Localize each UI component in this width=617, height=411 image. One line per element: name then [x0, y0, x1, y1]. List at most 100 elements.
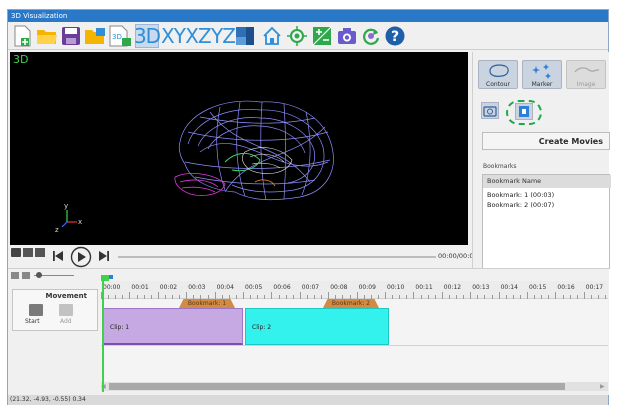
playback-scrubber[interactable] — [118, 256, 436, 258]
add-label: Add — [60, 318, 72, 325]
axes-gizmo: y x z — [55, 202, 82, 234]
add-icon — [59, 304, 73, 316]
film-icon — [519, 106, 529, 117]
time-tick — [527, 292, 528, 299]
3d-viewport[interactable]: 3D y x z — [10, 52, 468, 245]
bookmark-item[interactable]: Bookmark: 1 (00:03) — [487, 191, 554, 199]
window-title: 3D Visualization — [8, 10, 608, 22]
svg-text:3D: 3D — [112, 33, 122, 41]
time-tick-label: 00:12 — [443, 284, 462, 291]
axis-x-label: x — [78, 218, 82, 226]
time-ruler[interactable]: 00:00 00:01 00:02 00:03 00:04 00:05 00:06 00:07… — [101, 275, 608, 299]
time-tick — [129, 292, 131, 299]
axis-z-label: z — [55, 226, 59, 234]
save-icon[interactable] — [60, 24, 82, 48]
scroll-right-icon[interactable]: ▶ — [600, 383, 606, 390]
time-tick-label: 00:15 — [529, 284, 547, 291]
bookmark-marker[interactable]: Bookmark: 2 — [323, 299, 379, 308]
center-target-icon[interactable] — [286, 24, 308, 48]
layout-icon[interactable] — [234, 24, 256, 48]
time-tick-label: 00:11 — [415, 284, 433, 291]
marker-label: Marker — [531, 81, 553, 88]
refresh-icon[interactable] — [360, 24, 382, 48]
time-tick-label: 00:07 — [301, 284, 320, 291]
scrollbar-thumb[interactable] — [109, 383, 565, 390]
time-tick — [157, 292, 159, 299]
start-label: Start — [25, 318, 40, 325]
app-window: 3D Visualization 3D 3D XY XZ YZ ? 3D y x… — [7, 9, 611, 405]
timeline-tracks: Bookmark: 1 Bookmark: 2 Clip: 1 Clip: 2 … — [101, 299, 608, 391]
image-icon — [574, 67, 600, 73]
view-xy-button[interactable]: XY — [161, 24, 186, 48]
image-label: Image — [576, 81, 596, 88]
brain-wireframe: y x z — [55, 100, 334, 234]
time-tick-label: 00:05 — [245, 284, 263, 291]
home-icon[interactable] — [261, 24, 283, 48]
marker-icon — [532, 64, 551, 79]
open-folder-icon[interactable] — [35, 24, 59, 48]
clip[interactable]: Clip: 1 — [103, 308, 243, 345]
camera-icon[interactable] — [336, 24, 358, 48]
time-tick — [299, 292, 301, 299]
playback-bar: 00:00/00:00 — [10, 246, 480, 268]
playhead-line[interactable] — [102, 280, 104, 392]
folder-icon[interactable] — [84, 24, 106, 48]
axis-y-label: y — [64, 202, 68, 210]
time-tick-label: 00:04 — [216, 284, 234, 291]
time-tick-label: 00:14 — [500, 284, 518, 291]
zoom-in-icon[interactable] — [22, 272, 30, 279]
skip-forward-icon[interactable] — [98, 250, 110, 262]
contour-button[interactable]: Contour — [478, 60, 518, 89]
image-button: Image — [566, 60, 606, 89]
right-panel: Contour Marker Image Create Movies Bookm… — [472, 52, 611, 269]
bookmarks-column-header: Bookmark Name — [483, 175, 611, 188]
time-tick-label: 00:01 — [131, 284, 149, 291]
view-xz-button[interactable]: XZ — [185, 24, 211, 48]
new-icon[interactable] — [11, 24, 33, 48]
bookmark-item[interactable]: Bookmark: 2 (00:07) — [487, 201, 554, 209]
zoom-out-icon[interactable] — [11, 272, 19, 279]
view-yz-button[interactable]: YZ — [211, 24, 236, 48]
3d-export-icon[interactable]: 3D — [108, 24, 132, 48]
movement-title: Movement — [45, 292, 87, 300]
bookmarks-title: Bookmarks — [483, 163, 517, 170]
export-clip-icon[interactable] — [35, 248, 45, 257]
zoom-slider-thumb[interactable] — [36, 272, 42, 278]
time-tick — [555, 292, 557, 299]
track-divider — [101, 345, 608, 346]
save-clip-icon[interactable] — [11, 248, 21, 257]
open-clip-icon[interactable] — [23, 248, 33, 257]
camera-small-icon — [483, 106, 497, 117]
time-tick-label: 00:16 — [557, 284, 575, 291]
time-scrollbar[interactable] — [101, 275, 608, 279]
bookmark-marker[interactable]: Bookmark: 1 — [179, 299, 235, 308]
clip[interactable]: Clip: 2 — [245, 308, 389, 345]
time-tick — [328, 292, 330, 299]
view-3d-button[interactable]: 3D — [134, 24, 161, 48]
skip-back-icon[interactable] — [52, 250, 64, 262]
time-tick-label: 00:10 — [387, 284, 405, 291]
time-tick — [214, 292, 216, 299]
create-movies-button[interactable]: Create Movies — [482, 132, 610, 150]
time-tick — [271, 292, 273, 299]
time-tick — [441, 292, 443, 299]
horizontal-scrollbar[interactable]: ◀ ▶ — [101, 382, 608, 391]
snapshot-button[interactable] — [481, 102, 499, 119]
play-icon[interactable] — [70, 246, 92, 268]
time-tick — [356, 292, 358, 299]
plus-minus-icon[interactable] — [311, 24, 333, 48]
time-tick — [413, 292, 415, 299]
svg-text:?: ? — [391, 29, 399, 45]
time-tick — [583, 292, 585, 299]
timeline-panel: Movement Start Add 00:00 00:01 00:02 00:03 0… — [8, 268, 609, 395]
time-tick — [470, 292, 472, 299]
start-icon[interactable] — [29, 304, 43, 316]
contour-icon — [489, 64, 509, 77]
movie-record-button[interactable] — [515, 103, 533, 120]
help-icon[interactable]: ? — [384, 24, 406, 48]
status-bar: (21.32, -4.93, -0.55) 0.34 — [8, 395, 608, 405]
marker-button[interactable]: Marker — [522, 60, 562, 89]
toolbar: 3D 3D XY XZ YZ ? — [8, 22, 608, 50]
time-tick-label: 00:17 — [585, 284, 604, 291]
time-tick-label: 00:02 — [159, 284, 178, 291]
